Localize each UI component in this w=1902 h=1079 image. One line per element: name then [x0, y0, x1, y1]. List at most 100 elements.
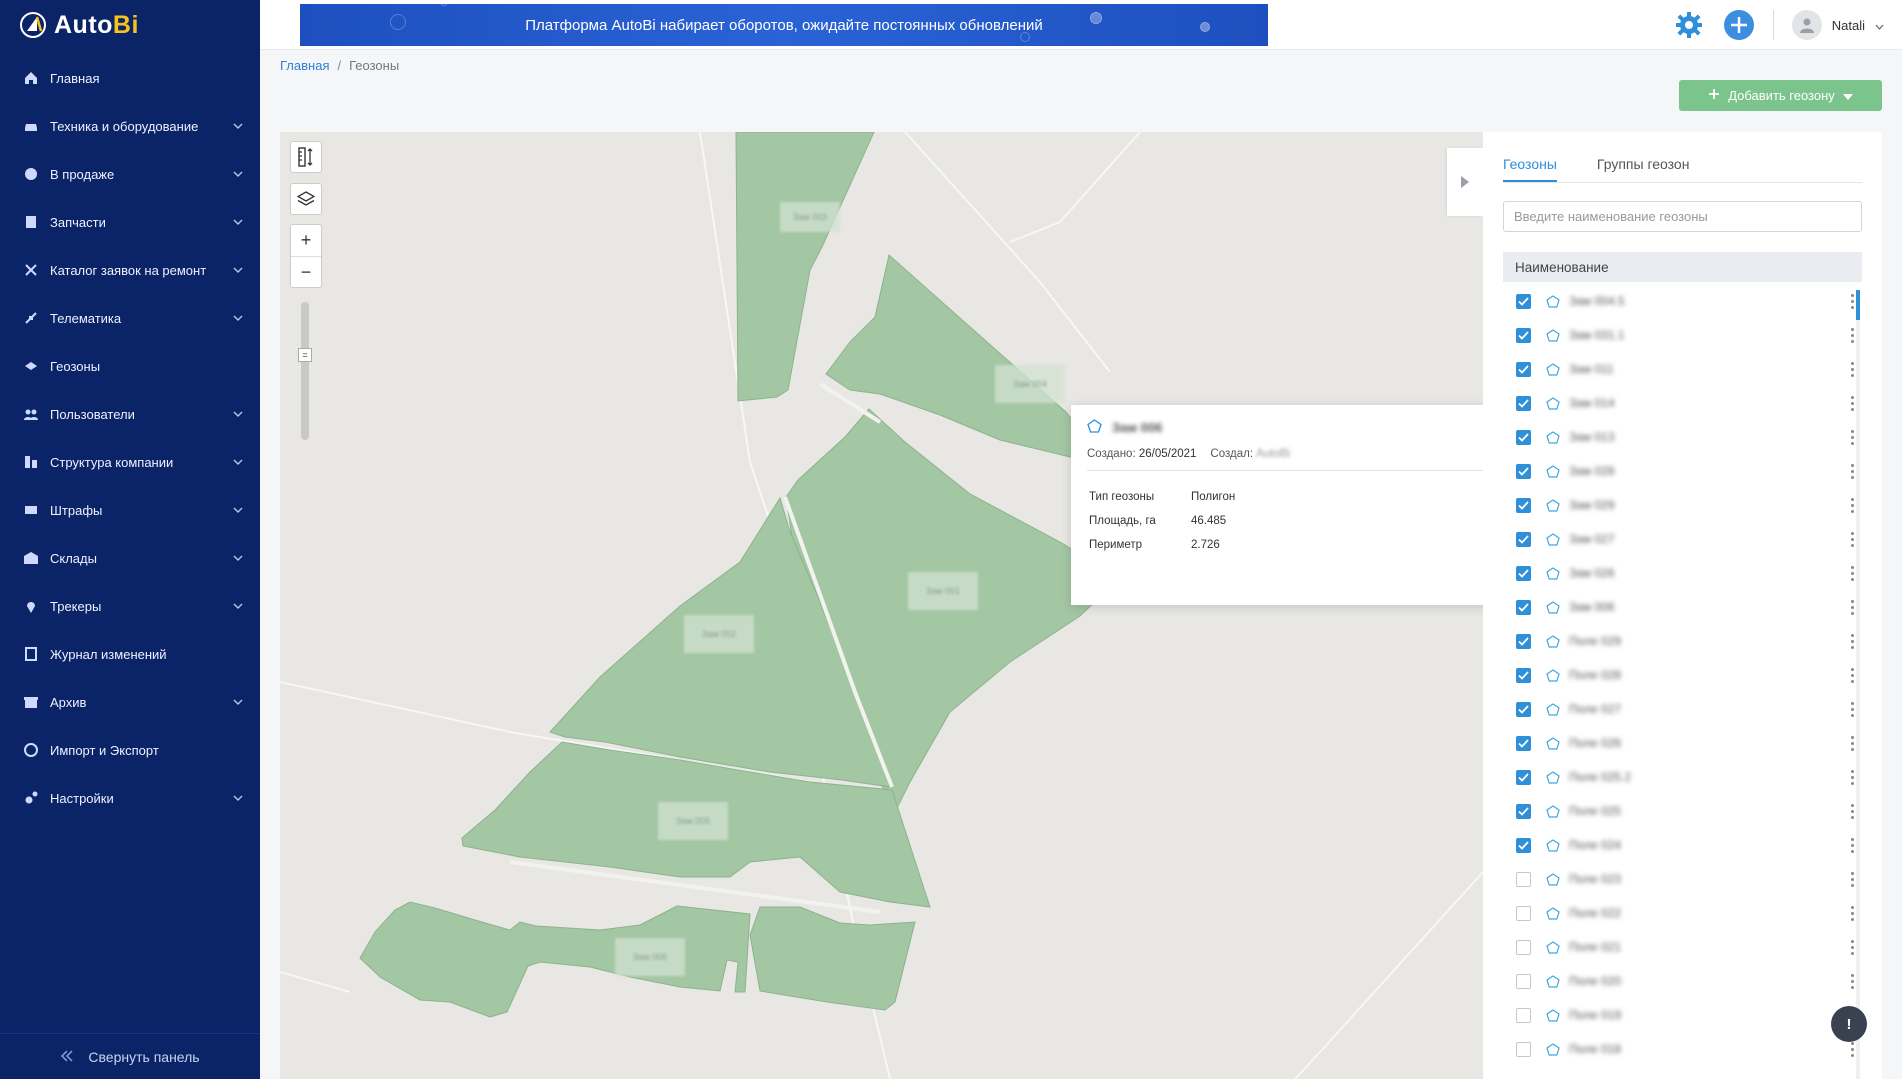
sidebar-item-11[interactable]: Трекеры [0, 582, 260, 630]
geozone-row[interactable]: Поле 027 [1503, 692, 1862, 726]
panel-toggle-button[interactable] [1447, 148, 1483, 216]
geozone-row[interactable]: Поле 019 [1503, 998, 1862, 1032]
sidebar-item-5[interactable]: Телематика [0, 294, 260, 342]
visibility-checkbox[interactable] [1516, 463, 1531, 479]
visibility-checkbox[interactable] [1516, 293, 1531, 309]
visibility-checkbox[interactable] [1516, 531, 1531, 547]
geozone-row[interactable]: Поле 026 [1503, 726, 1862, 760]
help-chat-button[interactable]: ! [1831, 1006, 1867, 1042]
geozone-name[interactable]: Поле 029 [1569, 634, 1842, 648]
geozone-row[interactable]: Поле 024 [1503, 828, 1862, 862]
visibility-checkbox[interactable] [1516, 327, 1531, 343]
geozone-name[interactable]: Поле 019 [1569, 1008, 1842, 1022]
geozone-name[interactable]: Зам 029 [1569, 498, 1842, 512]
geozone-row[interactable]: Поле 022 [1503, 896, 1862, 930]
visibility-checkbox[interactable] [1516, 633, 1531, 649]
geozone-name[interactable]: Зам 028 [1569, 464, 1842, 478]
visibility-checkbox[interactable] [1516, 1041, 1531, 1057]
sidebar-item-10[interactable]: Склады [0, 534, 260, 582]
geozone-row[interactable]: Зам 014 [1503, 386, 1862, 420]
geozone-row[interactable]: Поле 029 [1503, 624, 1862, 658]
visibility-checkbox[interactable] [1516, 701, 1531, 717]
layers-icon[interactable] [290, 183, 322, 215]
geozone-name[interactable]: Зам 014 [1569, 396, 1842, 410]
visibility-checkbox[interactable] [1516, 939, 1531, 955]
geozone-name[interactable]: Поле 028 [1569, 668, 1842, 682]
sidebar-item-0[interactable]: Главная [0, 54, 260, 102]
visibility-checkbox[interactable] [1516, 395, 1531, 411]
geozone-name[interactable]: Поле 021 [1569, 940, 1842, 954]
gear-icon[interactable] [1673, 9, 1705, 41]
visibility-checkbox[interactable] [1516, 735, 1531, 751]
geozone-row[interactable]: Зам 026 [1503, 556, 1862, 590]
measure-tool-button[interactable] [290, 141, 322, 173]
collapse-sidebar-button[interactable]: Свернуть панель [0, 1033, 260, 1079]
geozone-name[interactable]: Поле 022 [1569, 906, 1842, 920]
visibility-checkbox[interactable] [1516, 769, 1531, 785]
sidebar-item-13[interactable]: Архив [0, 678, 260, 726]
geozone-row[interactable]: Зам 004.5 [1503, 284, 1862, 318]
user-menu[interactable]: Natali [1791, 10, 1884, 40]
sidebar-item-15[interactable]: Настройки [0, 774, 260, 822]
geozone-name[interactable]: Поле 024 [1569, 838, 1842, 852]
visibility-checkbox[interactable] [1516, 1007, 1531, 1023]
visibility-checkbox[interactable] [1516, 871, 1531, 887]
sidebar-item-7[interactable]: Пользователи [0, 390, 260, 438]
geozone-row[interactable]: Поле 021 [1503, 930, 1862, 964]
list-scrollbar[interactable] [1856, 290, 1860, 1079]
sidebar-item-3[interactable]: Запчасти [0, 198, 260, 246]
map[interactable]: Зам 003 Зам 004 Зам 001 Зам 002 Зам 005 … [280, 132, 1483, 1079]
geozone-row[interactable]: Поле 025 [1503, 794, 1862, 828]
geozone-row[interactable]: Поле 025.2 [1503, 760, 1862, 794]
logo[interactable]: AutoBi [0, 0, 260, 50]
geozone-name[interactable]: Поле 020 [1569, 974, 1842, 988]
tab-geozones[interactable]: Геозоны [1503, 156, 1557, 182]
sidebar-item-8[interactable]: Структура компании [0, 438, 260, 486]
geozone-name[interactable]: Зам 031.1 [1569, 328, 1842, 342]
geozone-row[interactable]: Зам 027 [1503, 522, 1862, 556]
geozone-name[interactable]: Поле 023 [1569, 872, 1842, 886]
sidebar-item-12[interactable]: Журнал изменений [0, 630, 260, 678]
geozone-row[interactable]: Зам 006 [1503, 590, 1862, 624]
visibility-checkbox[interactable] [1516, 837, 1531, 853]
geozone-row[interactable]: Зам 031.1 [1503, 318, 1862, 352]
announcement-banner[interactable]: Платформа AutoBi набирает оборотов, ожид… [300, 4, 1268, 46]
geozone-row[interactable]: Зам 029 [1503, 488, 1862, 522]
geozone-name[interactable]: Зам 027 [1569, 532, 1842, 546]
visibility-checkbox[interactable] [1516, 565, 1531, 581]
geozone-name[interactable]: Зам 026 [1569, 566, 1842, 580]
geozone-name[interactable]: Зам 004.5 [1569, 294, 1842, 308]
geozone-name[interactable]: Зам 013 [1569, 430, 1842, 444]
geozone-name[interactable]: Зам 011 [1569, 362, 1842, 376]
add-geozone-button[interactable]: Добавить геозону [1679, 80, 1882, 111]
visibility-checkbox[interactable] [1516, 905, 1531, 921]
visibility-checkbox[interactable] [1516, 803, 1531, 819]
geozone-row[interactable]: Поле 028 [1503, 658, 1862, 692]
zoom-slider[interactable] [301, 302, 309, 440]
zoom-slider-handle[interactable]: = [298, 348, 312, 362]
geozone-row[interactable]: Зам 013 [1503, 420, 1862, 454]
add-circle-icon[interactable] [1723, 9, 1755, 41]
column-header-name[interactable]: Наименование [1503, 252, 1862, 282]
geozone-name[interactable]: Поле 025 [1569, 804, 1842, 818]
map-canvas[interactable] [280, 132, 1483, 1079]
sidebar-item-4[interactable]: Каталог заявок на ремонт [0, 246, 260, 294]
geozone-name[interactable]: Поле 027 [1569, 702, 1842, 716]
geozone-search-input[interactable] [1503, 201, 1862, 232]
sidebar-item-1[interactable]: Техника и оборудование [0, 102, 260, 150]
geozone-row[interactable]: Поле 023 [1503, 862, 1862, 896]
sidebar-item-6[interactable]: Геозоны [0, 342, 260, 390]
zoom-out-button[interactable]: − [291, 256, 321, 287]
visibility-checkbox[interactable] [1516, 667, 1531, 683]
zoom-in-button[interactable]: + [291, 225, 321, 256]
visibility-checkbox[interactable] [1516, 973, 1531, 989]
geozone-name[interactable]: Поле 018 [1569, 1042, 1842, 1056]
geozone-name[interactable]: Поле 026 [1569, 736, 1842, 750]
sidebar-item-14[interactable]: Импорт и Экспорт [0, 726, 260, 774]
visibility-checkbox[interactable] [1516, 429, 1531, 445]
visibility-checkbox[interactable] [1516, 599, 1531, 615]
sidebar-item-9[interactable]: Штрафы [0, 486, 260, 534]
sidebar-item-2[interactable]: В продаже [0, 150, 260, 198]
geozone-row[interactable]: Поле 018 [1503, 1032, 1862, 1066]
visibility-checkbox[interactable] [1516, 361, 1531, 377]
